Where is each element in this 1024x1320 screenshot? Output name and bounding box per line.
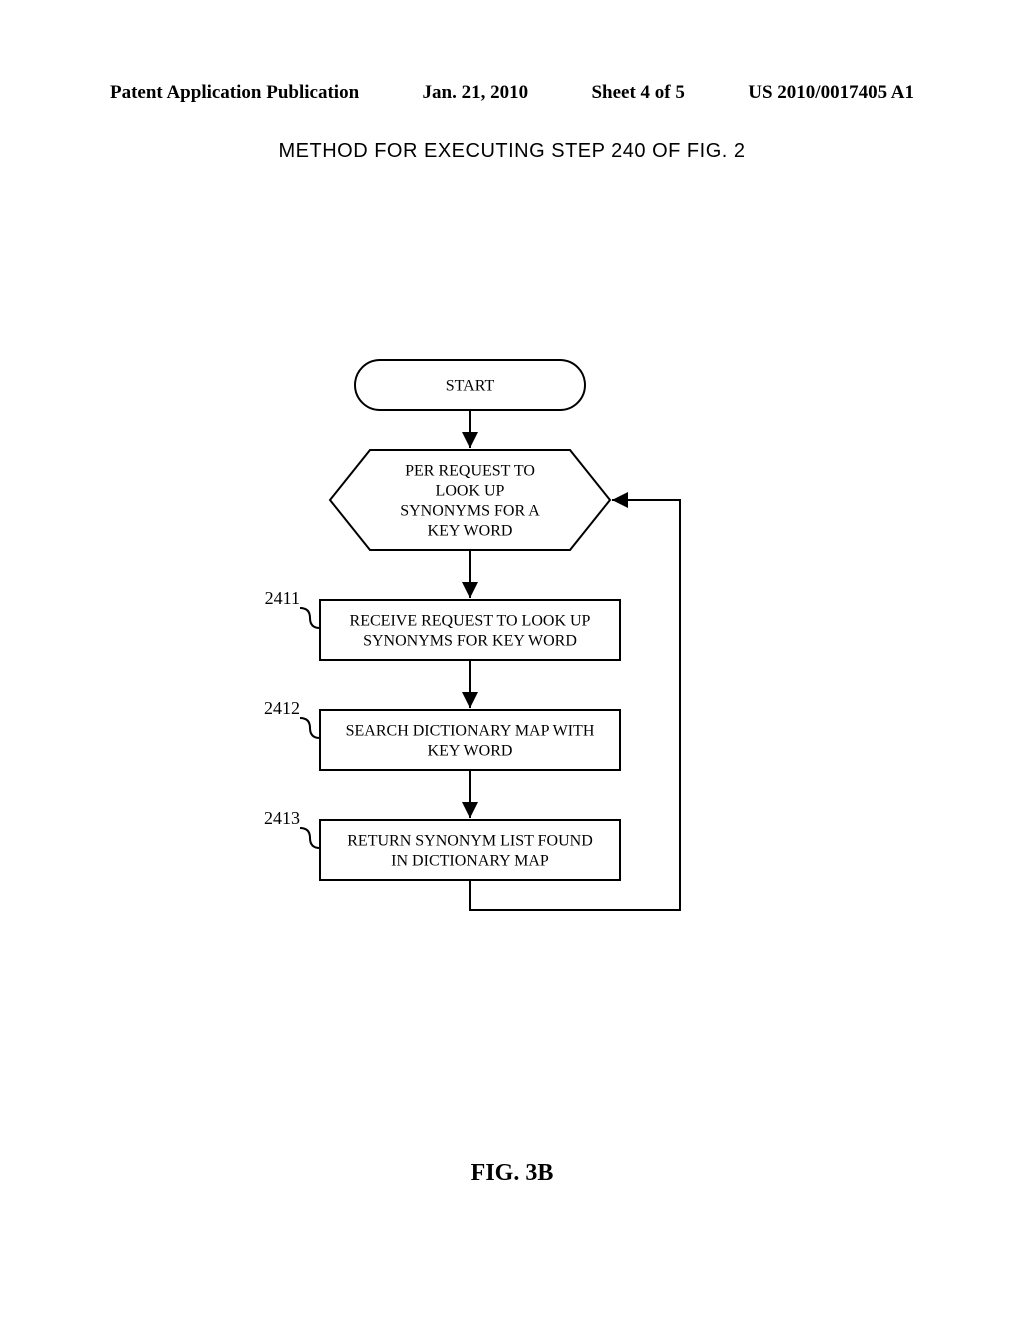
step2-text-1: SEARCH DICTIONARY MAP WITH [346, 723, 595, 740]
flowchart: START PER REQUEST TO LOOK UP SYNONYMS FO… [260, 350, 820, 970]
step1-text-2: SYNONYMS FOR KEY WORD [363, 633, 577, 650]
step3-text-1: RETURN SYNONYM LIST FOUND [347, 833, 593, 850]
step2-box [320, 710, 620, 770]
step1-ref: 2411 [265, 588, 300, 608]
step3-text-2: IN DICTIONARY MAP [391, 853, 549, 870]
start-label: START [446, 378, 495, 395]
decision-text-1: PER REQUEST TO [405, 463, 535, 480]
figure-label: FIG. 3B [0, 1160, 1024, 1187]
step2-ref: 2412 [264, 698, 300, 718]
diagram-title: METHOD FOR EXECUTING STEP 240 OF FIG. 2 [0, 140, 1024, 163]
decision-text-4: KEY WORD [428, 523, 513, 540]
step3-box [320, 820, 620, 880]
step1-text-1: RECEIVE REQUEST TO LOOK UP [350, 613, 591, 630]
header-publication: Patent Application Publication [110, 82, 359, 104]
step2-ref-leader [300, 718, 320, 738]
decision-text-3: SYNONYMS FOR A [400, 503, 540, 520]
step3-ref-leader [300, 828, 320, 848]
step2-text-2: KEY WORD [428, 743, 513, 760]
page-header: Patent Application Publication Jan. 21, … [0, 82, 1024, 104]
header-pubnum: US 2010/0017405 A1 [748, 82, 914, 104]
decision-text-2: LOOK UP [436, 483, 505, 500]
step3-ref: 2413 [264, 808, 300, 828]
header-date: Jan. 21, 2010 [423, 82, 529, 104]
step1-box [320, 600, 620, 660]
step1-ref-leader [300, 608, 320, 628]
header-sheet: Sheet 4 of 5 [591, 82, 684, 104]
